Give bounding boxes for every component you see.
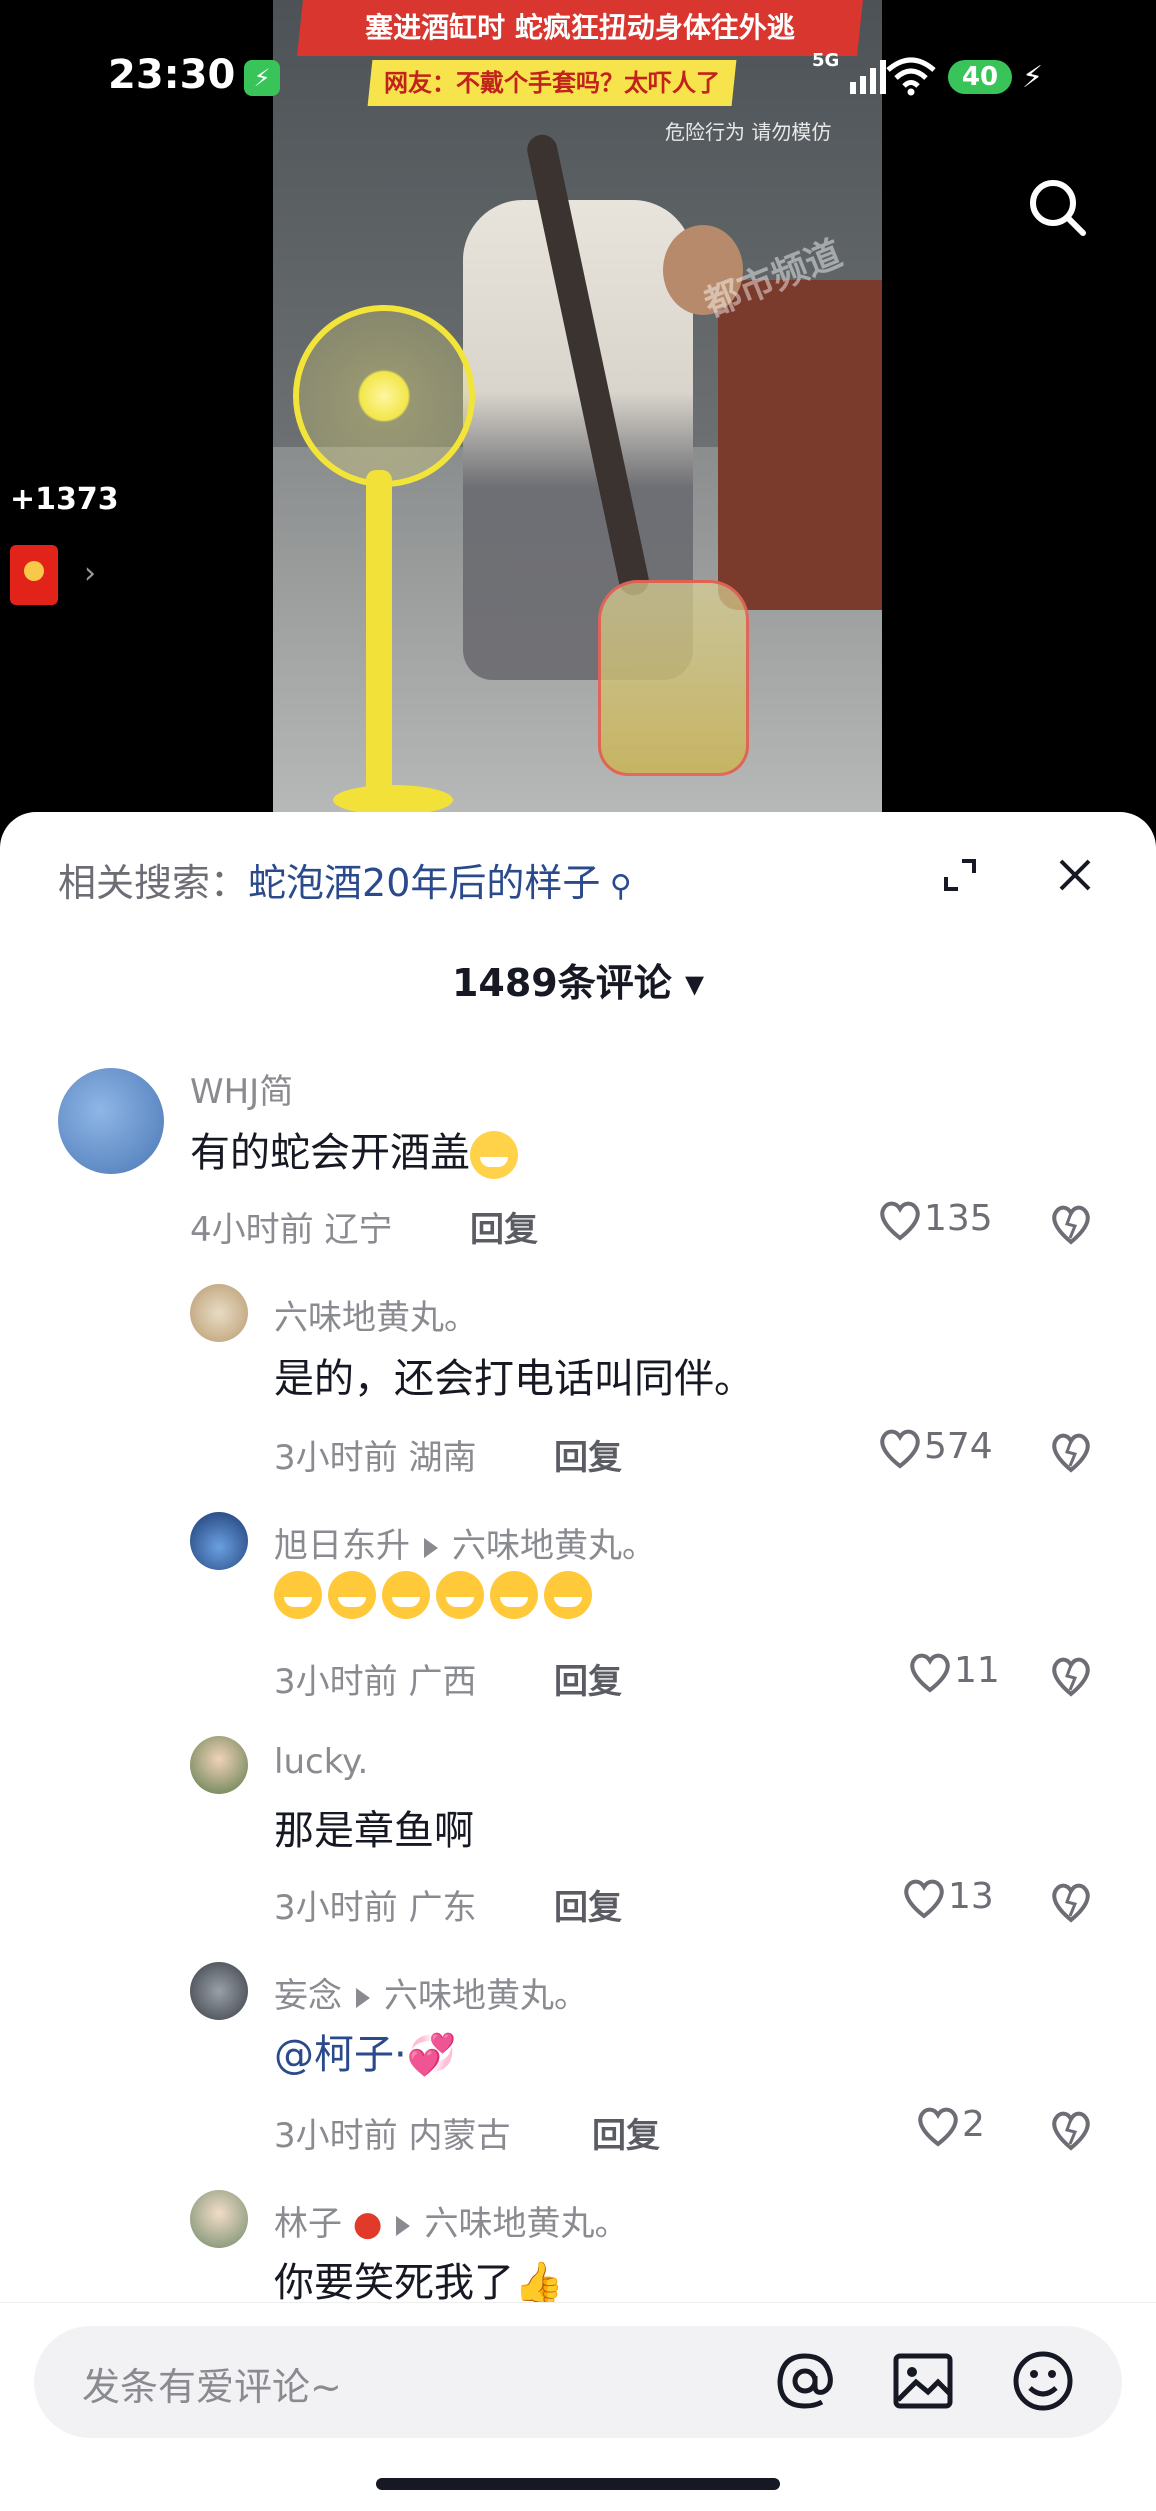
reply-text: 是的，还会打电话叫同伴。	[274, 1356, 754, 1402]
emoji-icon[interactable]	[1008, 2346, 1078, 2416]
reply-text: @柯子·💞	[274, 2032, 457, 2078]
video-subheadline: 网友：不戴个手套吗？太吓人了	[367, 60, 737, 106]
related-search[interactable]: 相关搜索：蛇泡酒20年后的样子 ⚲	[58, 852, 632, 907]
dislike-icon[interactable]	[1048, 2106, 1094, 2152]
reply-button[interactable]: 回复	[592, 2108, 660, 2157]
reply-text: 你要笑死我了👍	[274, 2260, 564, 2306]
charging-icon: ⚡	[1022, 60, 1044, 95]
like-button[interactable]: 2	[914, 2104, 985, 2148]
like-button[interactable]: 135	[876, 1198, 993, 1242]
avatar[interactable]	[58, 1068, 164, 1174]
comment-text: 有的蛇会开酒盖	[190, 1120, 524, 1179]
wifi-icon	[886, 57, 936, 96]
heart-icon	[880, 1201, 920, 1241]
status-time: 23:30	[108, 52, 236, 98]
red-packet-icon[interactable]	[10, 545, 58, 605]
reply-username[interactable]: 旭日东升 六味地黄丸。	[274, 1518, 656, 1567]
dislike-icon[interactable]	[1048, 1878, 1094, 1924]
heart-icon	[880, 1429, 920, 1469]
network-type: 5G	[812, 50, 840, 71]
video-headline: 塞进酒缸时 蛇疯狂扭动身体往外逃	[297, 0, 863, 56]
reply-button[interactable]: 回复	[470, 1202, 538, 1251]
sparkling-heart-emoji-icon: 💞	[406, 2032, 457, 2078]
like-button[interactable]: 574	[876, 1426, 993, 1470]
reply-button[interactable]: 回复	[554, 1654, 622, 1703]
apple-emoji-icon: ●	[342, 2204, 383, 2244]
reply-username[interactable]: lucky.	[274, 1742, 368, 1782]
grin-emoji-icon	[274, 1571, 322, 1619]
video-warning: 危险行为 请勿模仿	[665, 120, 832, 144]
search-icon[interactable]	[1025, 175, 1091, 241]
battery-indicator: 40	[948, 60, 1012, 94]
reply-text	[274, 1570, 598, 1619]
avatar[interactable]	[190, 1512, 248, 1570]
reply-meta: 3小时前 广西	[274, 1662, 477, 1702]
reply-username[interactable]: 妄念 六味地黄丸。	[274, 1968, 588, 2017]
video-jar	[598, 580, 749, 776]
like-button[interactable]: 13	[900, 1876, 994, 1920]
close-icon[interactable]	[1055, 855, 1095, 895]
reply-button[interactable]: 回复	[554, 1430, 622, 1479]
reply-text: 那是章鱼啊	[274, 1808, 474, 1854]
reply-meta: 3小时前 湖南	[274, 1438, 477, 1478]
comment-input[interactable]: 发条有爱评论~	[34, 2326, 1122, 2438]
heart-icon	[918, 2107, 958, 2147]
dislike-icon[interactable]	[1048, 1652, 1094, 1698]
home-indicator[interactable]	[376, 2478, 780, 2490]
video-barrel	[718, 280, 882, 610]
avatar[interactable]	[190, 2190, 248, 2248]
video-fan-pole	[366, 470, 392, 800]
avatar[interactable]	[190, 1962, 248, 2020]
laugh-cry-emoji-icon	[436, 1571, 484, 1619]
tears-of-joy-emoji-icon	[490, 1571, 538, 1619]
reply-username[interactable]: 林子 ● 六味地黄丸。	[274, 2196, 628, 2245]
reply-button[interactable]: 回复	[554, 1880, 622, 1929]
tears-of-joy-emoji-icon	[544, 1571, 592, 1619]
reply-meta: 3小时前 广东	[274, 1888, 477, 1928]
avatar[interactable]	[190, 1736, 248, 1794]
related-search-query[interactable]: 蛇泡酒20年后的样子	[248, 861, 600, 905]
heart-icon	[910, 1653, 950, 1693]
reply-arrow-icon	[424, 1537, 438, 1558]
video-area[interactable]: 塞进酒缸时 蛇疯狂扭动身体往外逃 网友：不戴个手套吗？太吓人了 危险行为 请勿模…	[0, 0, 1156, 830]
search-small-icon: ⚲	[600, 869, 632, 904]
avatar[interactable]	[190, 1284, 248, 1342]
related-search-label: 相关搜索：	[58, 861, 249, 905]
smile-emoji-icon	[470, 1131, 518, 1179]
chevron-right-icon[interactable]: ›	[84, 556, 96, 591]
comment-username[interactable]: WHJ简	[190, 1064, 293, 1113]
thumbs-up-emoji-icon: 👍	[514, 2260, 564, 2306]
image-icon[interactable]	[888, 2346, 958, 2416]
comment-meta: 4小时前 辽宁	[190, 1210, 393, 1250]
mention-icon[interactable]	[770, 2346, 840, 2416]
video-fan	[293, 305, 475, 487]
video-fan-base	[333, 785, 453, 812]
charging-app-icon: ⚡	[244, 60, 280, 96]
comment-count[interactable]: 1489条评论 ▾	[0, 952, 1156, 1007]
expand-icon[interactable]	[940, 855, 980, 895]
heart-icon	[904, 1879, 944, 1919]
grin-emoji-icon	[328, 1571, 376, 1619]
laugh-cry-emoji-icon	[382, 1571, 430, 1619]
reply-arrow-icon	[396, 2215, 411, 2236]
dislike-icon[interactable]	[1048, 1428, 1094, 1474]
reply-username[interactable]: 六味地黄丸。	[274, 1290, 478, 1339]
coin-reward-count: +1373	[10, 482, 119, 517]
reply-arrow-icon	[356, 1987, 370, 2008]
dislike-icon[interactable]	[1048, 1200, 1094, 1246]
reply-meta: 3小时前 内蒙古	[274, 2116, 511, 2156]
like-button[interactable]: 11	[906, 1650, 1000, 1694]
